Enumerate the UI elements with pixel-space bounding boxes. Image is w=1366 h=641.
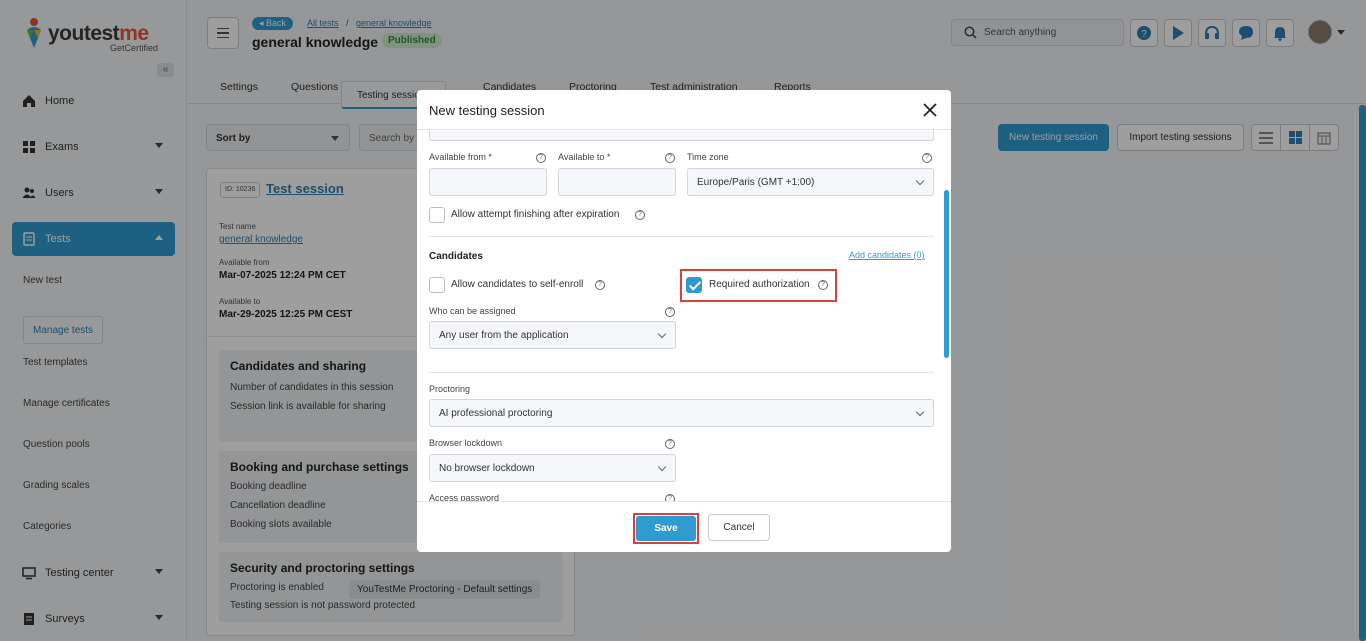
self-enroll-label: Allow candidates to self-enroll [451, 279, 584, 290]
allow-finish-label: Allow attempt finishing after expiration [451, 209, 620, 220]
required-authorization-label: Required authorization [709, 279, 810, 290]
candidates-section-title: Candidates [429, 251, 483, 262]
help-icon[interactable]: ? [818, 280, 828, 290]
who-can-be-assigned-label: Who can be assigned [429, 306, 516, 316]
help-icon[interactable]: ? [665, 494, 675, 501]
help-icon[interactable]: ? [635, 210, 645, 220]
help-icon[interactable]: ? [922, 153, 932, 163]
proctoring-select[interactable]: AI professional proctoring [429, 399, 934, 427]
divider [429, 236, 934, 237]
access-password-label: Access password [429, 493, 500, 501]
save-button[interactable]: Save [636, 516, 696, 541]
help-icon[interactable]: ? [665, 153, 675, 163]
help-icon[interactable]: ? [536, 153, 546, 163]
available-to-label: Available to * [558, 152, 611, 162]
new-testing-session-dialog: New testing session Available from * ? A… [417, 90, 951, 552]
browser-lockdown-select[interactable]: No browser lockdown [429, 454, 676, 482]
close-icon[interactable] [922, 102, 938, 118]
time-zone-select[interactable]: Europe/Paris (GMT +1:00) [687, 168, 934, 196]
chevron-down-icon [915, 407, 925, 417]
dialog-scrollbar[interactable] [944, 190, 949, 358]
available-to-input[interactable] [558, 168, 676, 196]
help-icon[interactable]: ? [665, 307, 675, 317]
self-enroll-checkbox[interactable] [429, 277, 445, 293]
browser-lockdown-label: Browser lockdown [429, 438, 503, 448]
session-name-field[interactable] [429, 131, 934, 141]
dialog-title: New testing session [429, 103, 545, 118]
proctoring-label: Proctoring [429, 384, 471, 394]
add-candidates-link[interactable]: Add candidates (0) [849, 250, 925, 260]
chevron-down-icon [657, 329, 667, 339]
cancel-button[interactable]: Cancel [708, 514, 770, 541]
dialog-body: Available from * ? Available to * ? Time… [417, 131, 951, 501]
dialog-header: New testing session [417, 90, 951, 130]
help-icon[interactable]: ? [665, 439, 675, 449]
divider [429, 372, 934, 373]
chevron-down-icon [915, 176, 925, 186]
allow-finish-after-expiration-checkbox[interactable] [429, 207, 445, 223]
available-from-input[interactable] [429, 168, 547, 196]
time-zone-label: Time zone [687, 152, 729, 162]
chevron-down-icon [657, 462, 667, 472]
who-can-be-assigned-select[interactable]: Any user from the application [429, 321, 676, 349]
available-from-label: Available from * [429, 152, 492, 162]
dialog-footer: Save Cancel [417, 501, 951, 552]
help-icon[interactable]: ? [595, 280, 605, 290]
required-authorization-checkbox[interactable] [686, 277, 702, 293]
